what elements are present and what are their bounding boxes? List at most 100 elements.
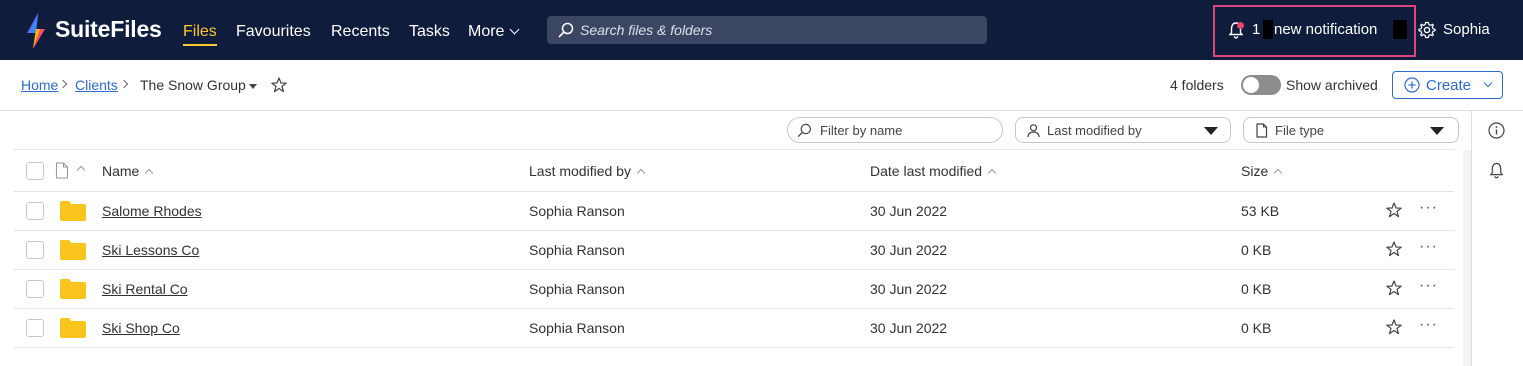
nav-favourites[interactable]: Favourites xyxy=(236,23,311,41)
file-icon xyxy=(1256,123,1268,138)
column-header-date-last-modified[interactable]: Date last modified xyxy=(870,163,997,179)
row-date: 30 Jun 2022 xyxy=(870,242,948,258)
breadcrumb-clients-label: Clients xyxy=(75,77,118,93)
row-size: 53 KB xyxy=(1241,203,1280,219)
nav-tasks[interactable]: Tasks xyxy=(409,23,450,41)
sort-arrow-icon[interactable] xyxy=(76,165,86,175)
filter-by-name-input[interactable]: Filter by name xyxy=(787,117,1003,143)
file-type-dropdown[interactable]: File type xyxy=(1243,117,1459,143)
folder-icon xyxy=(60,279,86,299)
scrollbar-track[interactable] xyxy=(1463,150,1471,366)
side-rail-divider xyxy=(1471,110,1472,366)
row-size: 0 KB xyxy=(1241,320,1272,336)
caret-down-icon[interactable] xyxy=(249,84,257,89)
row-date: 30 Jun 2022 xyxy=(870,203,948,219)
search-icon xyxy=(558,22,574,38)
redaction-block xyxy=(1263,20,1273,39)
sort-arrow-icon xyxy=(987,168,997,178)
row-size: 0 KB xyxy=(1241,281,1272,297)
notification-count[interactable]: 1 xyxy=(1252,21,1260,38)
file-icon[interactable] xyxy=(55,162,69,179)
create-button-label: Create xyxy=(1426,77,1472,94)
file-type-label: File type xyxy=(1275,123,1325,138)
row-checkbox[interactable] xyxy=(26,319,44,337)
folder-icon xyxy=(60,201,86,221)
row-name-link[interactable]: Ski Rental Co xyxy=(102,281,188,297)
row-name-link[interactable]: Ski Lessons Co xyxy=(102,242,199,258)
row-divider xyxy=(14,269,1454,270)
search-icon xyxy=(797,123,812,137)
caret-down-icon xyxy=(1204,127,1218,135)
breadcrumb-home-label: Home xyxy=(21,77,59,93)
notification-dot xyxy=(1237,22,1244,29)
column-header-label: Size xyxy=(1241,163,1269,179)
brand-name[interactable]: SuiteFiles xyxy=(55,16,162,43)
notification-text[interactable]: new notification xyxy=(1274,21,1377,38)
chevron-right-icon xyxy=(58,79,68,89)
plus-icon xyxy=(1404,77,1420,93)
star-icon[interactable] xyxy=(1386,202,1402,218)
info-icon[interactable] xyxy=(1488,122,1505,139)
user-name[interactable]: Sophia xyxy=(1443,21,1490,38)
show-archived-toggle[interactable] xyxy=(1241,75,1281,95)
breadcrumb-home[interactable]: Home xyxy=(21,77,58,93)
column-header-size[interactable]: Size xyxy=(1241,163,1283,179)
row-size: 0 KB xyxy=(1241,242,1272,258)
breadcrumb-clients[interactable]: Clients xyxy=(75,77,118,93)
row-date: 30 Jun 2022 xyxy=(870,281,948,297)
column-header-last-modified-by[interactable]: Last modified by xyxy=(529,163,646,179)
search-placeholder: Search files & folders xyxy=(580,22,713,38)
chevron-right-icon xyxy=(119,79,129,89)
more-icon[interactable]: ··· xyxy=(1419,316,1438,334)
row-modified-by: Sophia Ranson xyxy=(529,242,625,258)
column-header-label: Last modified by xyxy=(529,163,631,179)
logo-icon[interactable] xyxy=(25,13,47,49)
content-divider xyxy=(0,110,1523,111)
breadcrumb-current[interactable]: The Snow Group xyxy=(140,77,246,93)
row-modified-by: Sophia Ranson xyxy=(529,203,625,219)
row-checkbox[interactable] xyxy=(26,202,44,220)
redaction-block xyxy=(1393,20,1407,39)
row-modified-by: Sophia Ranson xyxy=(529,320,625,336)
bell-icon[interactable] xyxy=(1489,162,1504,179)
row-divider xyxy=(14,191,1454,192)
nav-more[interactable]: More xyxy=(468,23,520,41)
row-modified-by: Sophia Ranson xyxy=(529,281,625,297)
star-icon[interactable] xyxy=(1386,241,1402,257)
star-icon[interactable] xyxy=(1386,319,1402,335)
row-name-link[interactable]: Ski Shop Co xyxy=(102,320,180,336)
person-icon xyxy=(1027,124,1040,138)
select-all-checkbox[interactable] xyxy=(26,162,44,180)
create-button[interactable]: Create xyxy=(1392,71,1503,99)
column-header-name[interactable]: Name xyxy=(102,163,154,179)
nav-files[interactable]: Files xyxy=(183,23,217,46)
row-checkbox[interactable] xyxy=(26,280,44,298)
sort-arrow-icon xyxy=(145,168,154,178)
row-divider xyxy=(14,308,1454,309)
search-input[interactable]: Search files & folders xyxy=(547,16,987,44)
toggle-knob xyxy=(1243,77,1259,93)
nav-recents[interactable]: Recents xyxy=(331,23,390,41)
star-icon[interactable] xyxy=(271,77,287,93)
caret-down-icon xyxy=(1430,127,1444,135)
column-header-label: Date last modified xyxy=(870,163,983,179)
star-icon[interactable] xyxy=(1386,280,1402,296)
filter-by-name-placeholder: Filter by name xyxy=(820,123,903,138)
more-icon[interactable]: ··· xyxy=(1419,277,1438,295)
more-icon[interactable]: ··· xyxy=(1419,199,1438,217)
row-divider xyxy=(14,230,1454,231)
row-name-link[interactable]: Salome Rhodes xyxy=(102,203,202,219)
folder-icon xyxy=(60,240,86,260)
folder-icon xyxy=(60,318,86,338)
column-header-label: Name xyxy=(102,163,140,179)
more-icon[interactable]: ··· xyxy=(1419,238,1438,256)
last-modified-by-label: Last modified by xyxy=(1047,123,1142,138)
show-archived-label[interactable]: Show archived xyxy=(1286,77,1378,93)
gear-icon[interactable] xyxy=(1418,21,1436,39)
chevron-down-icon xyxy=(1483,78,1493,88)
sort-arrow-icon xyxy=(636,168,646,178)
top-nav: SuiteFiles Files Favourites Recents Task… xyxy=(0,0,1523,60)
row-checkbox[interactable] xyxy=(26,241,44,259)
folders-count: 4 folders xyxy=(1170,77,1224,93)
last-modified-by-dropdown[interactable]: Last modified by xyxy=(1015,117,1231,143)
